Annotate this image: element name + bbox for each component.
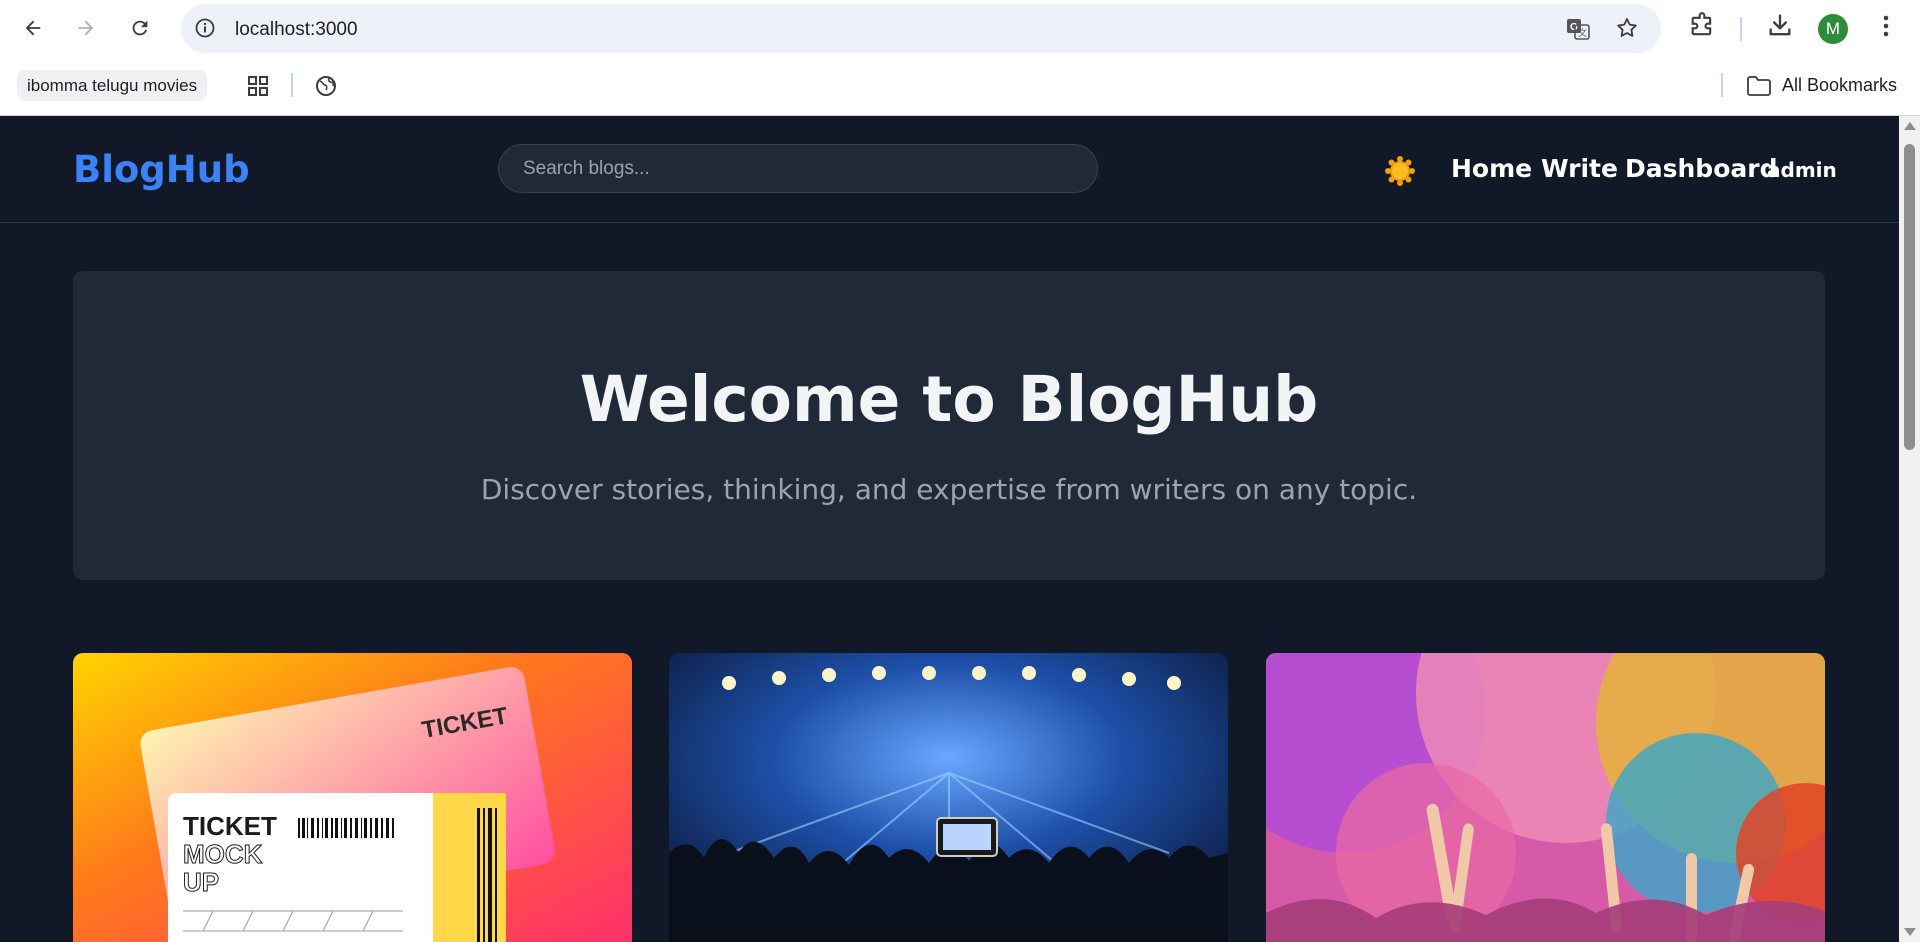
all-bookmarks-button[interactable]: All Bookmarks [1746, 70, 1897, 101]
back-button[interactable] [14, 9, 52, 47]
bookmarks-divider [291, 73, 293, 97]
url-text[interactable]: localhost:3000 [235, 19, 358, 41]
browser-toolbar: localhost:3000 G文 M [0, 0, 1920, 57]
folder-icon [1747, 75, 1771, 96]
svg-text:G: G [1570, 22, 1578, 33]
site-info-icon[interactable] [195, 18, 215, 38]
search-input[interactable] [498, 144, 1098, 193]
scroll-down-arrow-icon[interactable] [1904, 928, 1916, 936]
ticket-word-2: MOCK [183, 839, 263, 869]
all-bookmarks-label: All Bookmarks [1782, 75, 1898, 95]
nav-home-link[interactable]: Home [1451, 154, 1532, 183]
address-bar[interactable]: localhost:3000 G文 [181, 4, 1661, 53]
blog-card[interactable] [1266, 653, 1825, 942]
hero-subtitle: Discover stories, thinking, and expertis… [480, 473, 1418, 506]
reload-button[interactable] [121, 9, 159, 47]
globe-icon[interactable] [314, 74, 338, 98]
ticket-word-3: UP [183, 867, 219, 897]
forward-arrow-icon [78, 20, 94, 36]
theme-toggle-sun-icon[interactable] [1384, 155, 1416, 187]
nav-user-link[interactable]: admin [1767, 158, 1837, 182]
scrollbar-thumb[interactable] [1904, 144, 1915, 450]
back-arrow-icon [25, 20, 41, 36]
bookmarks-bar: ibomma telugu movies All Bookmarks [0, 57, 1920, 116]
concert-crowd-image [669, 653, 1228, 942]
nav-write-link[interactable]: Write [1541, 154, 1618, 183]
ticket-word-1: TICKET [183, 811, 277, 841]
hero-title: Welcome to BlogHub [579, 363, 1319, 436]
svg-text:文: 文 [1578, 27, 1587, 38]
forward-button[interactable] [67, 9, 105, 47]
translate-icon[interactable]: G文 [1565, 16, 1591, 42]
blog-card[interactable]: TICKET TICKET MOCK UP [73, 653, 632, 942]
nav-dashboard-link[interactable]: Dashboard [1625, 154, 1777, 183]
blog-card[interactable] [669, 653, 1228, 942]
ticket-mockup-image: TICKET TICKET MOCK UP [73, 653, 632, 942]
bookmarks-divider-right [1721, 73, 1723, 97]
extensions-puzzle-icon[interactable] [1688, 12, 1716, 40]
page-viewport: BlogHub Home Write Dashboard admin Welco… [0, 116, 1899, 942]
holi-color-festival-image [1266, 653, 1825, 942]
site-logo[interactable]: BlogHub [73, 148, 250, 191]
more-menu-icon[interactable] [1874, 12, 1898, 40]
bookmark-item[interactable]: ibomma telugu movies [17, 70, 208, 101]
reload-icon [132, 20, 148, 36]
hero-banner: Welcome to BlogHub Discover stories, thi… [73, 271, 1825, 580]
bookmark-label: ibomma telugu movies [27, 75, 198, 95]
download-icon[interactable] [1766, 12, 1794, 40]
scroll-up-arrow-icon[interactable] [1904, 122, 1916, 130]
toolbar-divider [1740, 17, 1742, 41]
site-header: BlogHub Home Write Dashboard admin [0, 116, 1899, 223]
page-scrollbar[interactable] [1899, 116, 1920, 942]
profile-avatar[interactable]: M [1818, 14, 1848, 44]
apps-grid-icon[interactable] [246, 74, 270, 98]
bookmark-star-icon[interactable] [1615, 16, 1639, 40]
